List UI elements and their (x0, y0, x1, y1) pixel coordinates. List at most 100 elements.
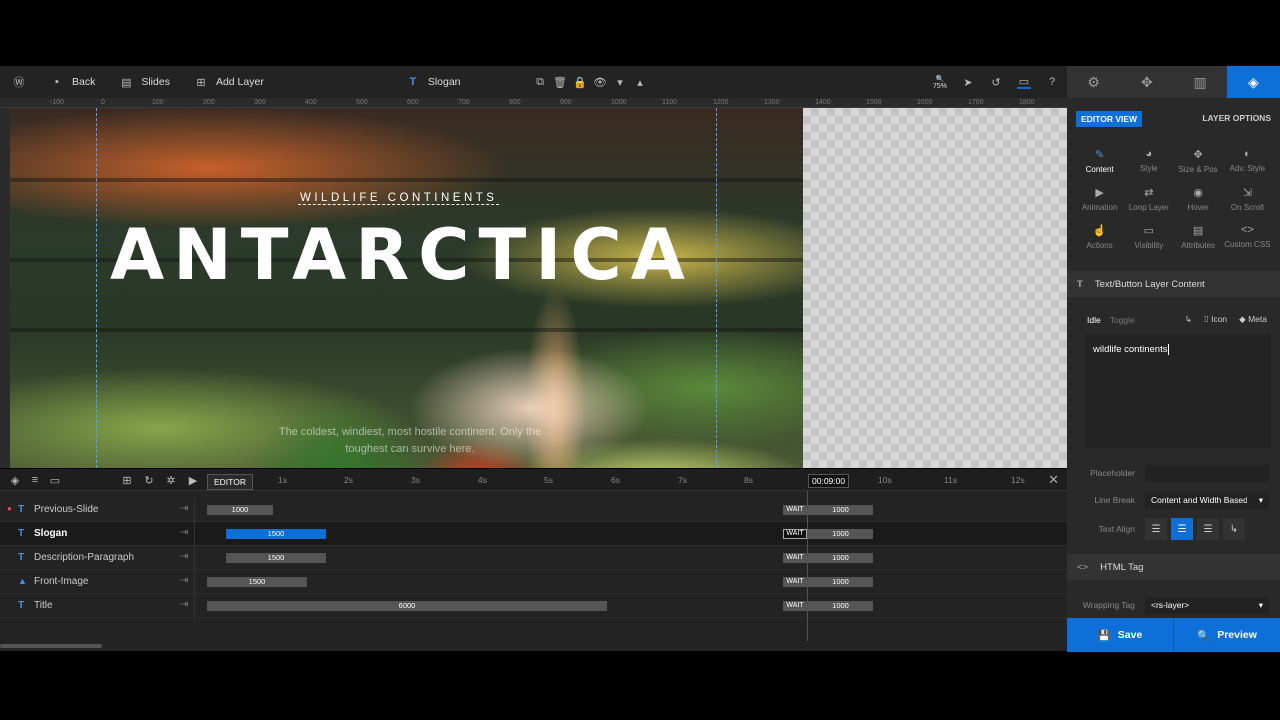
playhead[interactable] (807, 491, 808, 641)
settings-icon[interactable]: ✲ (164, 473, 178, 487)
slides-button[interactable]: ▤ Slides (107, 66, 182, 98)
option-custom-css[interactable]: <> Custom CSS (1223, 224, 1272, 250)
grid-icon[interactable]: ⊞ (120, 473, 134, 487)
end-bar[interactable]: 1000 (808, 553, 873, 563)
end-bar[interactable]: 1000 (808, 529, 873, 539)
wordpress-logo-button[interactable]: Ⓦ (0, 66, 38, 98)
start-bar[interactable]: 1500 (226, 553, 326, 563)
option-style[interactable]: ◕ Style (1124, 148, 1173, 174)
section-text-content[interactable]: T Text/Button Layer Content (1067, 271, 1280, 297)
option-attributes[interactable]: ▤ Attributes (1174, 224, 1223, 250)
settings-tab[interactable]: ⚙ (1067, 66, 1120, 98)
slogan-layer[interactable]: wildlife continents (298, 192, 500, 205)
preview-button[interactable]: 🔍 Preview (1174, 618, 1280, 652)
layers-tab[interactable]: ◈ (1226, 66, 1280, 98)
close-icon[interactable]: ✕ (1048, 472, 1059, 488)
option-on-scroll[interactable]: ⇲ On Scroll (1223, 186, 1272, 212)
editor-toolbar: Ⓦ ▪ Back ▤ Slides ⊞ Add Layer T Slogan ⧉ 🗑 🔒… (0, 66, 1067, 98)
align-center-icon[interactable]: ☰ (1171, 518, 1193, 540)
duplicate-icon[interactable]: ⧉ (533, 75, 548, 89)
layers-icon[interactable]: ◈ (8, 473, 22, 487)
row-divider (194, 570, 195, 594)
end-bar[interactable]: 1000 (808, 601, 873, 611)
slide-canvas[interactable]: wildlife continents ANTARCTICA The colde… (10, 108, 803, 468)
collapse-icon[interactable]: ⇥ (180, 599, 188, 610)
save-button[interactable]: 💾 Save (1067, 618, 1174, 652)
add-layer-button[interactable]: ⊞ Add Layer (182, 66, 276, 98)
line-break-select[interactable]: Content and Width Based ▾ (1145, 491, 1269, 509)
help-icon[interactable]: ? (1045, 75, 1059, 89)
play-icon[interactable]: ▶ (186, 473, 200, 487)
line-break-label: Line Break (1094, 495, 1135, 505)
image-layer-icon: ▲ (18, 576, 27, 586)
end-bar[interactable]: 1000 (808, 505, 873, 515)
option-adv-style[interactable]: ◐ Adv. Style (1223, 148, 1272, 174)
timeline-row-title[interactable]: T Title ⇥ 6000 WAIT 1000 (0, 594, 1067, 618)
timeline-second-label: 5s (544, 475, 553, 485)
ruler-tick: 1700 (968, 99, 984, 106)
zoom-control[interactable]: 🔍 75% (933, 75, 947, 90)
title-layer[interactable]: ANTARCTICA (110, 214, 694, 296)
option-hover[interactable]: ◉ Hover (1174, 186, 1223, 212)
cursor-icon[interactable]: ➤ (961, 75, 975, 89)
eye-icon[interactable]: 👁 (593, 75, 608, 89)
option-size-pos[interactable]: ✥ Size & Pos (1174, 148, 1223, 174)
text-layer-icon: T (18, 504, 25, 515)
collapse-icon[interactable]: ⇥ (180, 575, 188, 586)
option-actions[interactable]: ☝ Actions (1075, 224, 1124, 250)
back-button[interactable]: ▪ Back (38, 66, 107, 98)
editor-tab[interactable]: EDITOR (207, 474, 253, 490)
line-break-icon[interactable]: ↳ (1223, 518, 1245, 540)
timeline-row-previous-slide[interactable]: ● T Previous-Slide ⇥ 1000 WAIT 1000 (0, 498, 1067, 522)
line-break-icon[interactable]: ↳ (1185, 314, 1192, 325)
slide-tab[interactable]: ▥ (1174, 66, 1227, 98)
tab-toggle[interactable]: Toggle (1110, 315, 1135, 325)
align-left-icon[interactable]: ☰ (1145, 518, 1167, 540)
collapse-icon[interactable]: ⇥ (180, 503, 188, 514)
collapse-icon[interactable]: ⇥ (180, 527, 188, 538)
lock-icon[interactable]: 🔒 (573, 75, 588, 89)
wordpress-icon: Ⓦ (13, 77, 25, 89)
navigation-tab[interactable]: ✥ (1120, 66, 1173, 98)
ruler-tick: 1300 (764, 99, 780, 106)
loop-icon[interactable]: ↻ (142, 473, 156, 487)
start-bar[interactable]: 1500 (207, 577, 307, 587)
layer-content-textarea[interactable]: wildlife continents (1085, 334, 1271, 448)
option-visibility[interactable]: ▭ Visibility (1124, 224, 1173, 250)
start-bar[interactable]: 6000 (207, 601, 607, 611)
description-layer[interactable]: The coldest, windiest, most hostile cont… (260, 424, 560, 458)
section-html-tag[interactable]: <> HTML Tag (1067, 554, 1280, 580)
list-icon[interactable]: ≡ (28, 473, 42, 487)
chevron-up-icon[interactable]: ▴ (633, 75, 648, 89)
row-label: Description-Paragraph (34, 552, 135, 563)
option-content[interactable]: ✎ Content (1075, 148, 1124, 174)
option-animation[interactable]: ▶ Animation (1075, 186, 1124, 212)
align-right-icon[interactable]: ☰ (1197, 518, 1219, 540)
end-bar[interactable]: 1000 (808, 577, 873, 587)
icon-button[interactable]: ⁞⁞ Icon (1204, 314, 1227, 325)
desktop-icon[interactable]: ▭ (1017, 75, 1031, 89)
ruler-tick: 1600 (917, 99, 933, 106)
horizontal-scrollbar[interactable] (0, 644, 102, 648)
timeline-row-description-paragraph[interactable]: T Description-Paragraph ⇥ 1500 WAIT 1000 (0, 546, 1067, 570)
timeline-row-front-image[interactable]: ▲ Front-Image ⇥ 1500 WAIT 1000 (0, 570, 1067, 594)
move-icon: ✥ (1193, 149, 1203, 161)
timeline-row-slogan[interactable]: T Slogan ⇥ 1500 WAIT 1000 (0, 522, 1067, 546)
option-loop-layer[interactable]: ⇄ Loop Layer (1124, 186, 1173, 212)
wrapping-tag-select[interactable]: <rs-layer> ▾ (1145, 596, 1269, 614)
delete-icon[interactable]: 🗑 (553, 75, 568, 89)
tab-idle[interactable]: Idle (1087, 315, 1101, 325)
layer-selector[interactable]: T Slogan (394, 66, 473, 98)
collapse-icon[interactable]: ⇥ (180, 551, 188, 562)
start-bar[interactable]: 1000 (207, 505, 273, 515)
current-time[interactable]: 00:09:00 (808, 474, 850, 488)
editor-view-badge[interactable]: EDITOR VIEW (1076, 111, 1143, 127)
folder-icon[interactable]: ▭ (48, 473, 62, 487)
meta-button[interactable]: ◆ Meta (1239, 314, 1267, 325)
chevron-down-icon[interactable]: ▾ (613, 75, 628, 89)
placeholder-input[interactable] (1145, 464, 1269, 482)
undo-icon[interactable]: ↺ (989, 75, 1003, 89)
grid-icon: ⁞⁞ (1203, 314, 1209, 324)
wrapping-tag-row: Wrapping Tag <rs-layer> ▾ (1067, 595, 1280, 615)
start-bar[interactable]: 1500 (226, 529, 326, 539)
